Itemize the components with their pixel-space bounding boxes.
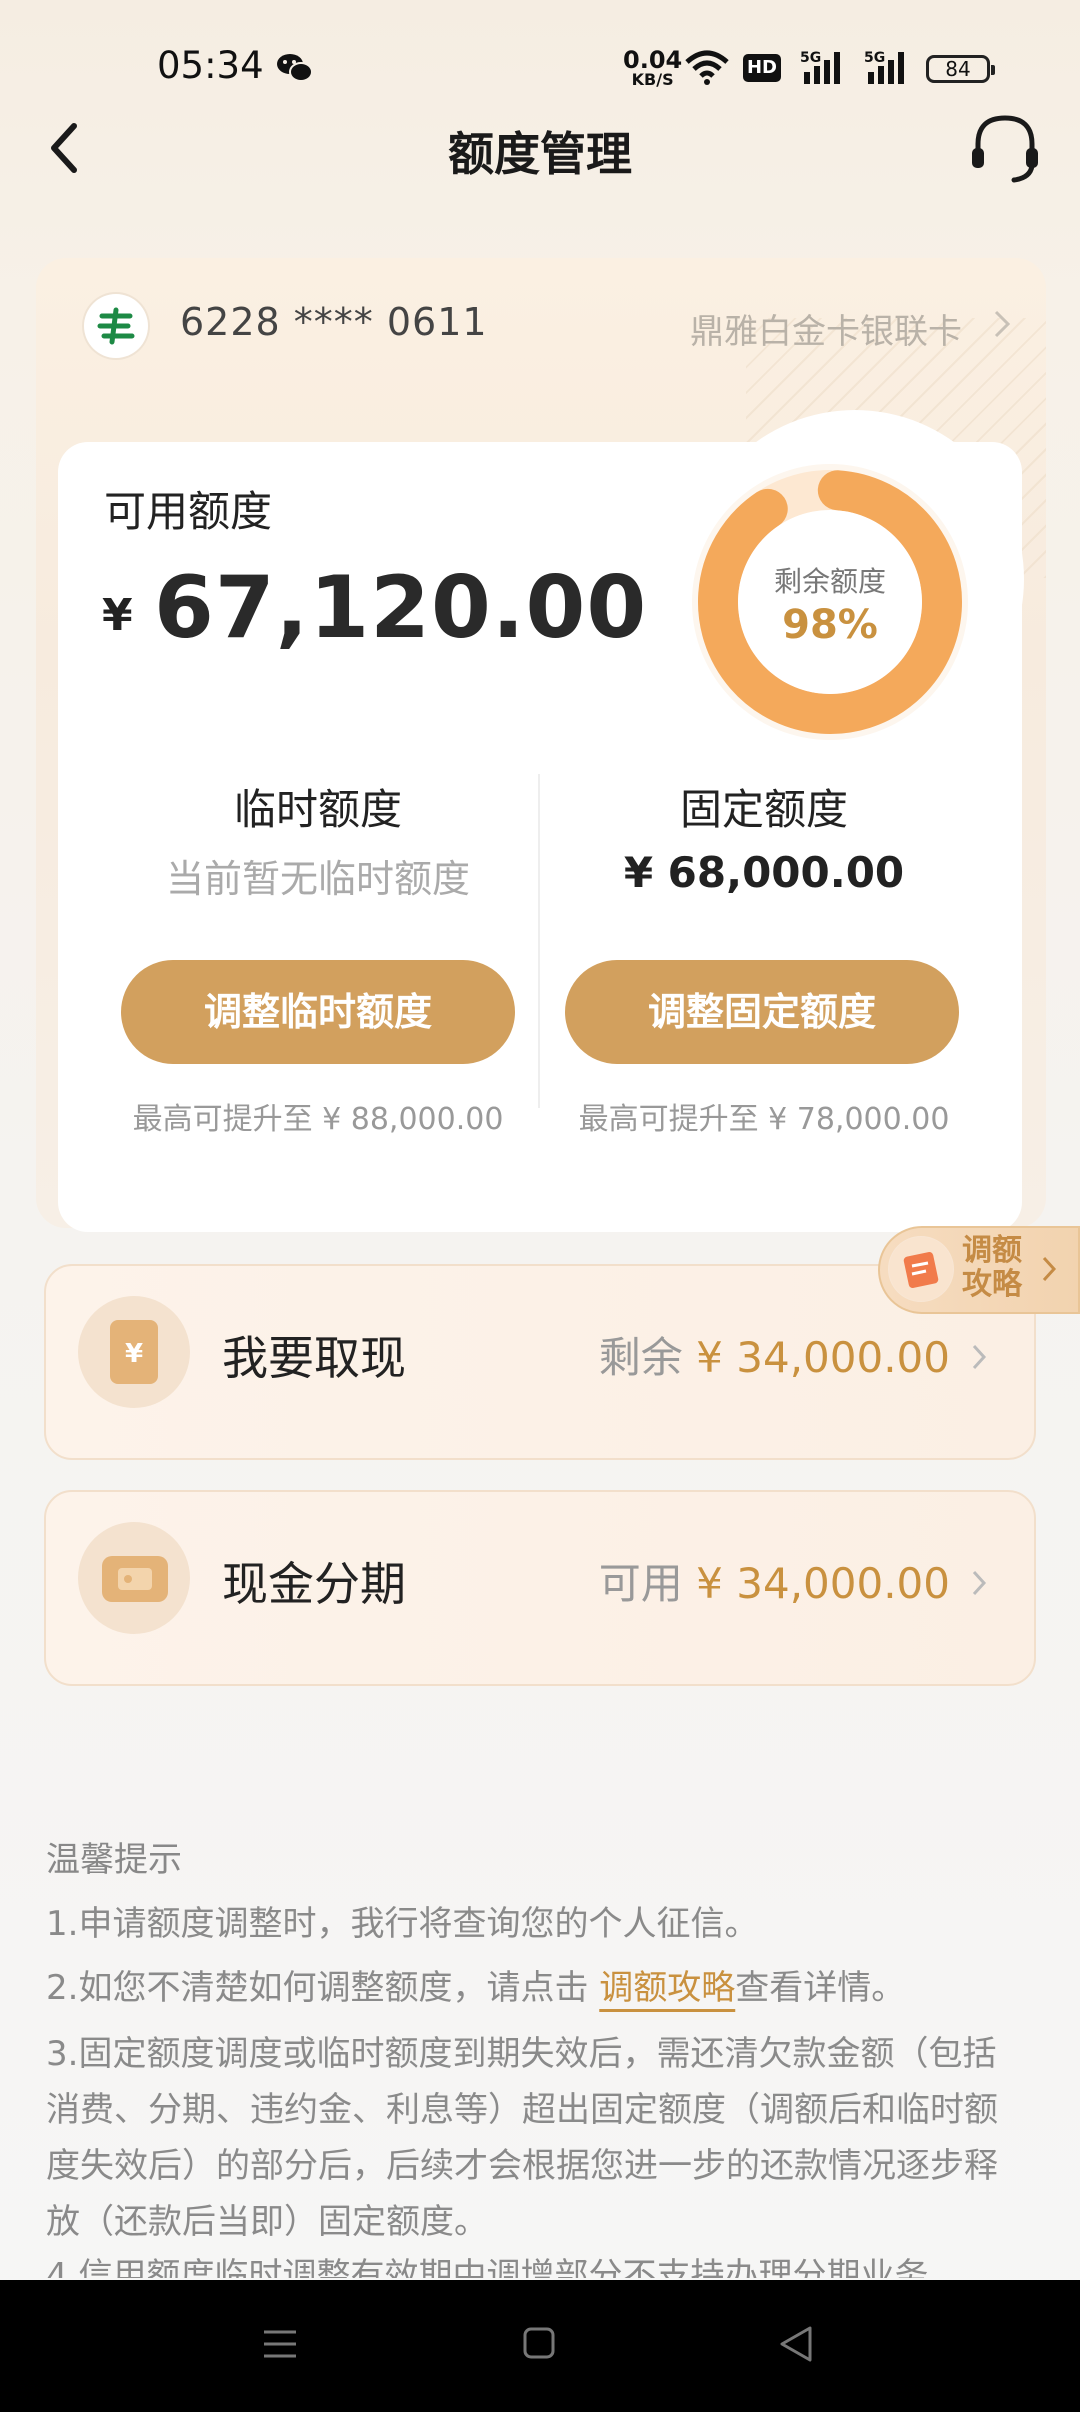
adjust-temp-credit-button[interactable]: 调整临时额度 [121, 960, 515, 1064]
column-divider [538, 774, 540, 1108]
svg-text:5G: 5G [864, 50, 885, 66]
tip-line-1: 1.申请额度调整时，我行将查询您的个人征信。 [46, 1904, 759, 1944]
list-item-prefix: 可用 [598, 1559, 683, 1608]
remaining-label: 剩余额度 [773, 565, 886, 598]
battery-level: 84 [945, 57, 971, 81]
svg-text:¥: ¥ [125, 1339, 143, 1369]
remaining-percent: 98% [782, 602, 878, 648]
fixed-credit-amount: ¥ 68,000.00 [623, 848, 905, 897]
tip-line-2-pre: 2.如您不清楚如何调整额度，请点击 [46, 1968, 600, 2008]
available-credit-amount: 67,120.00 [154, 558, 648, 658]
list-item-value: 可用 ¥ 34,000.00 [550, 1550, 950, 1611]
temp-credit-title: 临时额度 [233, 785, 402, 834]
5g-signal-icon: 5G [864, 50, 904, 84]
wifi-icon [685, 50, 729, 85]
home-icon[interactable] [522, 2326, 556, 2360]
adjust-fixed-credit-button[interactable]: 调整固定额度 [565, 960, 959, 1064]
fixed-credit-title: 固定额度 [679, 785, 848, 834]
list-item-amount: ¥ 34,000.00 [696, 1559, 950, 1608]
hd-badge: HD [743, 54, 781, 82]
chevron-right-icon [994, 310, 1011, 338]
5g-signal-icon: 5G [800, 50, 840, 84]
net-speed-unit: KB/S [631, 70, 674, 89]
credit-guide-link[interactable]: 调额攻略 [599, 1968, 735, 2008]
chevron-right-icon [972, 1344, 987, 1370]
temp-credit-max-note: 最高可提升至 ¥ 88,000.00 [132, 1102, 504, 1137]
tips-title: 温馨提示 [46, 1840, 182, 1880]
list-item-prefix: 剩余 [598, 1333, 683, 1382]
card-number: 6228 **** 0611 [180, 300, 488, 344]
net-speed: 0.04 KB/S [623, 48, 682, 88]
bank-logo-icon [84, 294, 148, 358]
currency-symbol: ¥ [102, 590, 133, 641]
svg-text:5G: 5G [800, 50, 821, 66]
wallet-icon [102, 1556, 168, 1602]
list-item-title: 我要取现 [222, 1331, 406, 1385]
list-item-amount: ¥ 34,000.00 [696, 1333, 950, 1382]
status-time: 05:34 [157, 44, 264, 87]
temp-credit-status: 当前暂无临时额度 [165, 857, 470, 901]
available-credit-label: 可用额度 [104, 487, 273, 536]
credit-guide-line2: 攻略 [962, 1267, 1022, 1302]
tip-line-3: 3.固定额度调度或临时额度到期失效后，需还清欠款金额（包括消费、分期、违约金、利… [46, 2034, 998, 2242]
page-title: 额度管理 [448, 127, 632, 181]
net-speed-value: 0.04 [623, 46, 683, 74]
fixed-credit-max-note: 最高可提升至 ¥ 78,000.00 [578, 1102, 950, 1137]
credit-guide-label: 调额 攻略 [962, 1234, 1042, 1302]
list-item-title: 现金分期 [222, 1557, 406, 1611]
list-item-value: 剩余 ¥ 34,000.00 [550, 1324, 950, 1385]
headset-icon[interactable] [968, 110, 1042, 186]
wechat-icon [277, 54, 313, 82]
chevron-right-icon [1042, 1256, 1057, 1282]
card-type-link[interactable]: 鼎雅白金卡银联卡 [690, 304, 962, 353]
menu-icon[interactable] [262, 2326, 298, 2362]
tip-line-2-post: 查看详情。 [735, 1968, 906, 2008]
battery-icon: 84 [926, 55, 995, 83]
yuan-document-icon: ¥ [110, 1320, 158, 1384]
chevron-right-icon [972, 1570, 987, 1596]
credit-guide-line1: 调额 [962, 1233, 1022, 1268]
tip-line-4: 4.信用额度临时调整有效期中调增部分不支持办理分期业务。 [46, 2256, 963, 2278]
guide-book-icon [888, 1236, 954, 1302]
back-triangle-icon[interactable] [778, 2324, 814, 2364]
tip-line-2: 2.如您不清楚如何调整额度，请点击 调额攻略查看详情。 [46, 1960, 1030, 2016]
